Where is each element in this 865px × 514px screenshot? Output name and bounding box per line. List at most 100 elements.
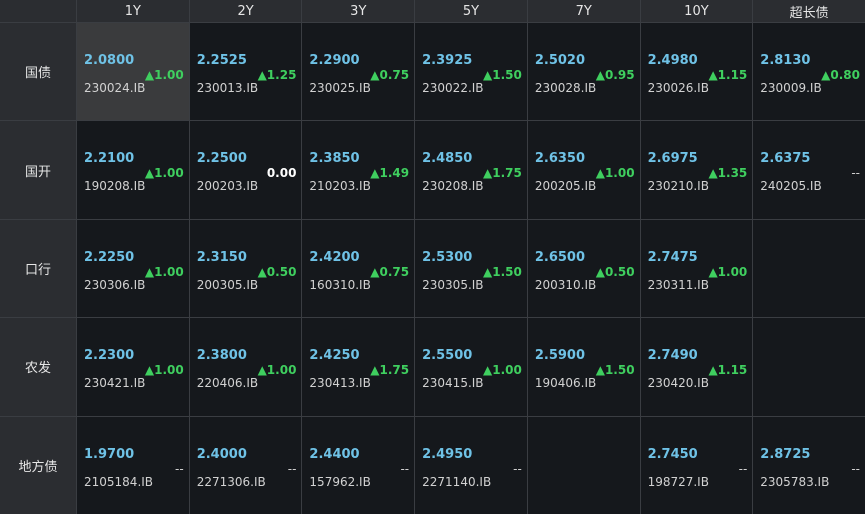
quote-cell[interactable]: 2.2900 230025.IB ▲0.75: [302, 23, 415, 121]
quote-cell[interactable]: 2.8130 230009.IB ▲0.80: [753, 23, 865, 121]
bond-code: 200310.IB: [534, 277, 597, 292]
quote-cell[interactable]: 2.6975 230210.IB ▲1.35: [640, 121, 753, 219]
bond-code: 198727.IB: [647, 474, 709, 489]
quote-cell[interactable]: 2.5300 230305.IB ▲1.50: [415, 219, 527, 318]
quote-cell[interactable]: 2.4200 160310.IB ▲0.75: [302, 219, 415, 318]
bond-code: 230024.IB: [84, 81, 146, 95]
bond-yield-grid: 1Y 2Y 3Y 5Y 7Y 10Y 超长债 国债 2.0800 230024.IB ▲1.00 2.…: [0, 0, 865, 514]
change-value: ▲1.00: [708, 264, 748, 279]
yield-value: 2.6350: [534, 151, 586, 167]
change-value: ▲0.50: [257, 264, 297, 279]
column-header[interactable]: 10Y: [640, 0, 753, 22]
quote-cell[interactable]: 2.2100 190208.IB ▲1.00: [77, 121, 189, 219]
column-header[interactable]: 7Y: [527, 0, 640, 22]
quote-cell[interactable]: 2.2500 200203.IB 0.00: [189, 121, 302, 219]
yield-value: 2.7475: [647, 249, 698, 265]
change-value: ▲1.75: [483, 166, 522, 181]
grid-corner: [0, 0, 76, 22]
yield-value: 2.3150: [196, 249, 247, 265]
quote-cell[interactable]: 2.4400 157962.IB --: [302, 416, 415, 514]
change-value: --: [287, 461, 297, 476]
change-value: --: [175, 461, 184, 476]
yield-value: 2.2100: [84, 151, 135, 167]
yield-value: 2.4000: [196, 446, 247, 462]
empty-cell: [527, 416, 640, 514]
yield-value: 2.8130: [760, 53, 811, 68]
bond-code: 230022.IB: [422, 81, 484, 95]
change-value: ▲1.00: [144, 166, 184, 181]
bond-code: 230420.IB: [647, 376, 709, 391]
yield-value: 2.7490: [647, 348, 698, 364]
yield-value: 2.8725: [760, 446, 811, 462]
quote-cell[interactable]: 2.7475 230311.IB ▲1.00: [640, 219, 753, 318]
yield-value: 2.2250: [84, 249, 135, 265]
quote-cell[interactable]: 2.7490 230420.IB ▲1.15: [640, 318, 753, 416]
quote-cell[interactable]: 2.6500 200310.IB ▲0.50: [527, 219, 640, 318]
change-value: ▲1.25: [257, 68, 297, 82]
column-header[interactable]: 5Y: [415, 0, 527, 22]
yield-value: 2.4850: [422, 151, 473, 167]
change-value: ▲1.49: [370, 166, 410, 181]
change-value: ▲1.50: [483, 68, 522, 82]
bond-code: 240205.IB: [760, 179, 822, 194]
quote-cell[interactable]: 2.0800 230024.IB ▲1.00: [77, 23, 189, 121]
quote-cell[interactable]: 2.2300 230421.IB ▲1.00: [77, 318, 189, 416]
yield-value: 2.5020: [534, 53, 586, 68]
column-header[interactable]: 2Y: [189, 0, 302, 22]
quote-cell[interactable]: 2.4250 230413.IB ▲1.75: [302, 318, 415, 416]
quote-cell[interactable]: 2.4850 230208.IB ▲1.75: [415, 121, 527, 219]
quote-cell[interactable]: 2.6350 200205.IB ▲1.00: [527, 121, 640, 219]
quote-cell[interactable]: 2.5020 230028.IB ▲0.95: [527, 23, 640, 121]
change-value: ▲0.95: [595, 68, 635, 82]
yield-value: 2.5300: [422, 249, 473, 265]
quote-cell[interactable]: 2.3925 230022.IB ▲1.50: [415, 23, 527, 121]
yield-value: 2.6500: [534, 249, 586, 265]
yield-value: 2.2300: [84, 348, 135, 364]
quote-cell[interactable]: 1.9700 2105184.IB --: [77, 416, 189, 514]
bond-code: 230026.IB: [647, 81, 709, 95]
change-value: ▲1.00: [257, 363, 297, 378]
bond-code: 160310.IB: [309, 277, 371, 292]
yield-value: 2.2500: [196, 151, 247, 167]
yield-value: 2.5500: [422, 348, 473, 364]
bond-code: 210203.IB: [309, 179, 371, 194]
row-header[interactable]: 农发: [0, 318, 76, 416]
bond-code: 230415.IB: [422, 376, 484, 391]
quote-cell[interactable]: 2.3800 220406.IB ▲1.00: [189, 318, 302, 416]
change-value: --: [400, 461, 410, 476]
change-value: ▲0.75: [370, 264, 410, 279]
change-value: ▲1.15: [708, 363, 748, 378]
change-value: --: [851, 461, 860, 476]
change-value: ▲1.00: [144, 68, 184, 82]
yield-value: 2.3925: [422, 53, 473, 68]
quote-cell[interactable]: 2.5500 230415.IB ▲1.00: [415, 318, 527, 416]
yield-value: 2.4980: [647, 53, 698, 68]
row-header[interactable]: 国债: [0, 23, 76, 121]
yield-value: 2.4400: [309, 446, 360, 462]
quote-cell[interactable]: 2.5900 190406.IB ▲1.50: [527, 318, 640, 416]
change-value: --: [513, 461, 522, 476]
bond-code: 190208.IB: [84, 179, 146, 194]
row-header[interactable]: 口行: [0, 219, 76, 318]
column-header[interactable]: 超长债: [753, 0, 865, 22]
quote-cell[interactable]: 2.2250 230306.IB ▲1.00: [77, 219, 189, 318]
quote-cell[interactable]: 2.3150 200305.IB ▲0.50: [189, 219, 302, 318]
yield-value: 2.2900: [309, 53, 360, 68]
quote-cell[interactable]: 2.4950 2271140.IB --: [415, 416, 527, 514]
quote-cell[interactable]: 2.4980 230026.IB ▲1.15: [640, 23, 753, 121]
quote-cell[interactable]: 2.6375 240205.IB --: [753, 121, 865, 219]
row-header[interactable]: 地方债: [0, 416, 76, 514]
bond-code: 230009.IB: [760, 81, 822, 95]
change-value: ▲1.00: [483, 363, 522, 378]
column-header[interactable]: 3Y: [302, 0, 415, 22]
quote-cell[interactable]: 2.7450 198727.IB --: [640, 416, 753, 514]
bond-code: 200203.IB: [196, 179, 259, 194]
column-header[interactable]: 1Y: [77, 0, 189, 22]
yield-value: 2.6375: [760, 151, 811, 167]
quote-cell[interactable]: 2.8725 2305783.IB --: [753, 416, 865, 514]
quote-cell[interactable]: 2.3850 210203.IB ▲1.49: [302, 121, 415, 219]
quote-cell[interactable]: 2.2525 230013.IB ▲1.25: [189, 23, 302, 121]
empty-cell: [753, 318, 865, 416]
row-header[interactable]: 国开: [0, 121, 76, 219]
quote-cell[interactable]: 2.4000 2271306.IB --: [189, 416, 302, 514]
